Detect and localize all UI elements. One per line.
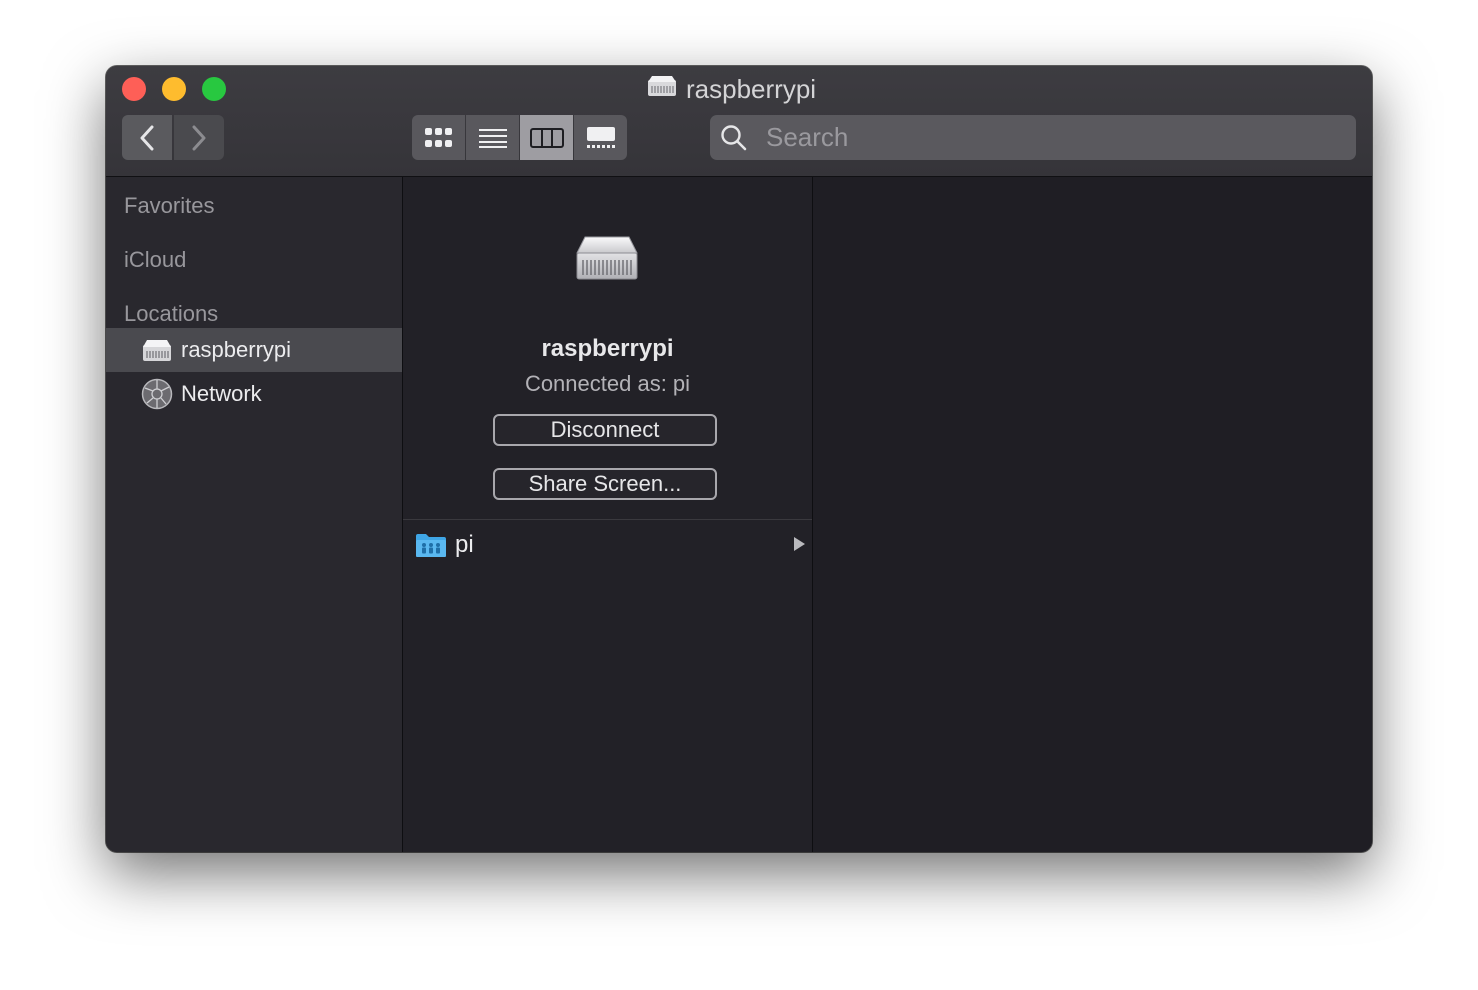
search-input[interactable] xyxy=(764,121,1328,154)
empty-column xyxy=(813,177,1372,852)
chevron-left-icon xyxy=(140,125,154,150)
divider xyxy=(403,519,812,520)
sidebar-item-network[interactable]: Network xyxy=(106,372,402,416)
list-item[interactable]: pi xyxy=(403,527,812,563)
maximize-button[interactable] xyxy=(202,77,226,101)
grid-icon xyxy=(424,127,452,147)
shared-folder-icon xyxy=(415,531,447,559)
connection-status: Connected as: pi xyxy=(524,371,691,396)
network-globe-icon xyxy=(141,378,173,410)
chevron-right-icon xyxy=(192,125,206,150)
search-field[interactable] xyxy=(710,115,1356,160)
gallery-icon xyxy=(586,126,615,148)
window-title-text: raspberrypi xyxy=(686,73,817,104)
columns-icon xyxy=(529,127,564,148)
icon-view-button[interactable] xyxy=(412,115,465,160)
server-icon xyxy=(141,334,173,366)
sidebar-item-label: raspberrypi xyxy=(181,337,292,362)
column-view-button[interactable] xyxy=(520,115,573,160)
navigation-buttons xyxy=(122,115,224,160)
finder-window: raspberrypi Search Favorites iCloud Loca… xyxy=(106,66,1372,852)
toolbar: raspberrypi xyxy=(106,66,1372,177)
sidebar-item-label: Network xyxy=(181,381,262,406)
close-button[interactable] xyxy=(122,77,146,101)
window-title: raspberrypi xyxy=(646,72,816,106)
search-icon xyxy=(720,124,748,152)
disconnect-button[interactable]: Disconnect xyxy=(493,414,717,446)
sidebar-section-favorites[interactable]: Favorites xyxy=(124,193,214,219)
server-name: raspberrypi xyxy=(541,335,674,362)
list-item-label: pi xyxy=(455,531,474,558)
sidebar-section-locations[interactable]: Locations xyxy=(124,301,218,327)
disclosure-arrow-icon xyxy=(792,536,806,557)
back-button[interactable] xyxy=(122,115,172,160)
list-icon xyxy=(478,128,507,148)
server-icon xyxy=(575,231,639,288)
view-switcher xyxy=(412,115,627,160)
minimize-button[interactable] xyxy=(162,77,186,101)
gallery-view-button[interactable] xyxy=(574,115,627,160)
server-icon xyxy=(646,74,678,105)
forward-button[interactable] xyxy=(174,115,224,160)
list-view-button[interactable] xyxy=(466,115,519,160)
sidebar-item-raspberrypi[interactable]: raspberrypi xyxy=(106,328,402,372)
sidebar: Favorites iCloud Locations raspberrypi N… xyxy=(106,177,403,852)
share-screen-button[interactable]: Share Screen... xyxy=(493,468,717,500)
server-column: raspberrypi Connected as: pi Disconnect … xyxy=(403,177,813,852)
sidebar-section-icloud[interactable]: iCloud xyxy=(124,247,186,273)
